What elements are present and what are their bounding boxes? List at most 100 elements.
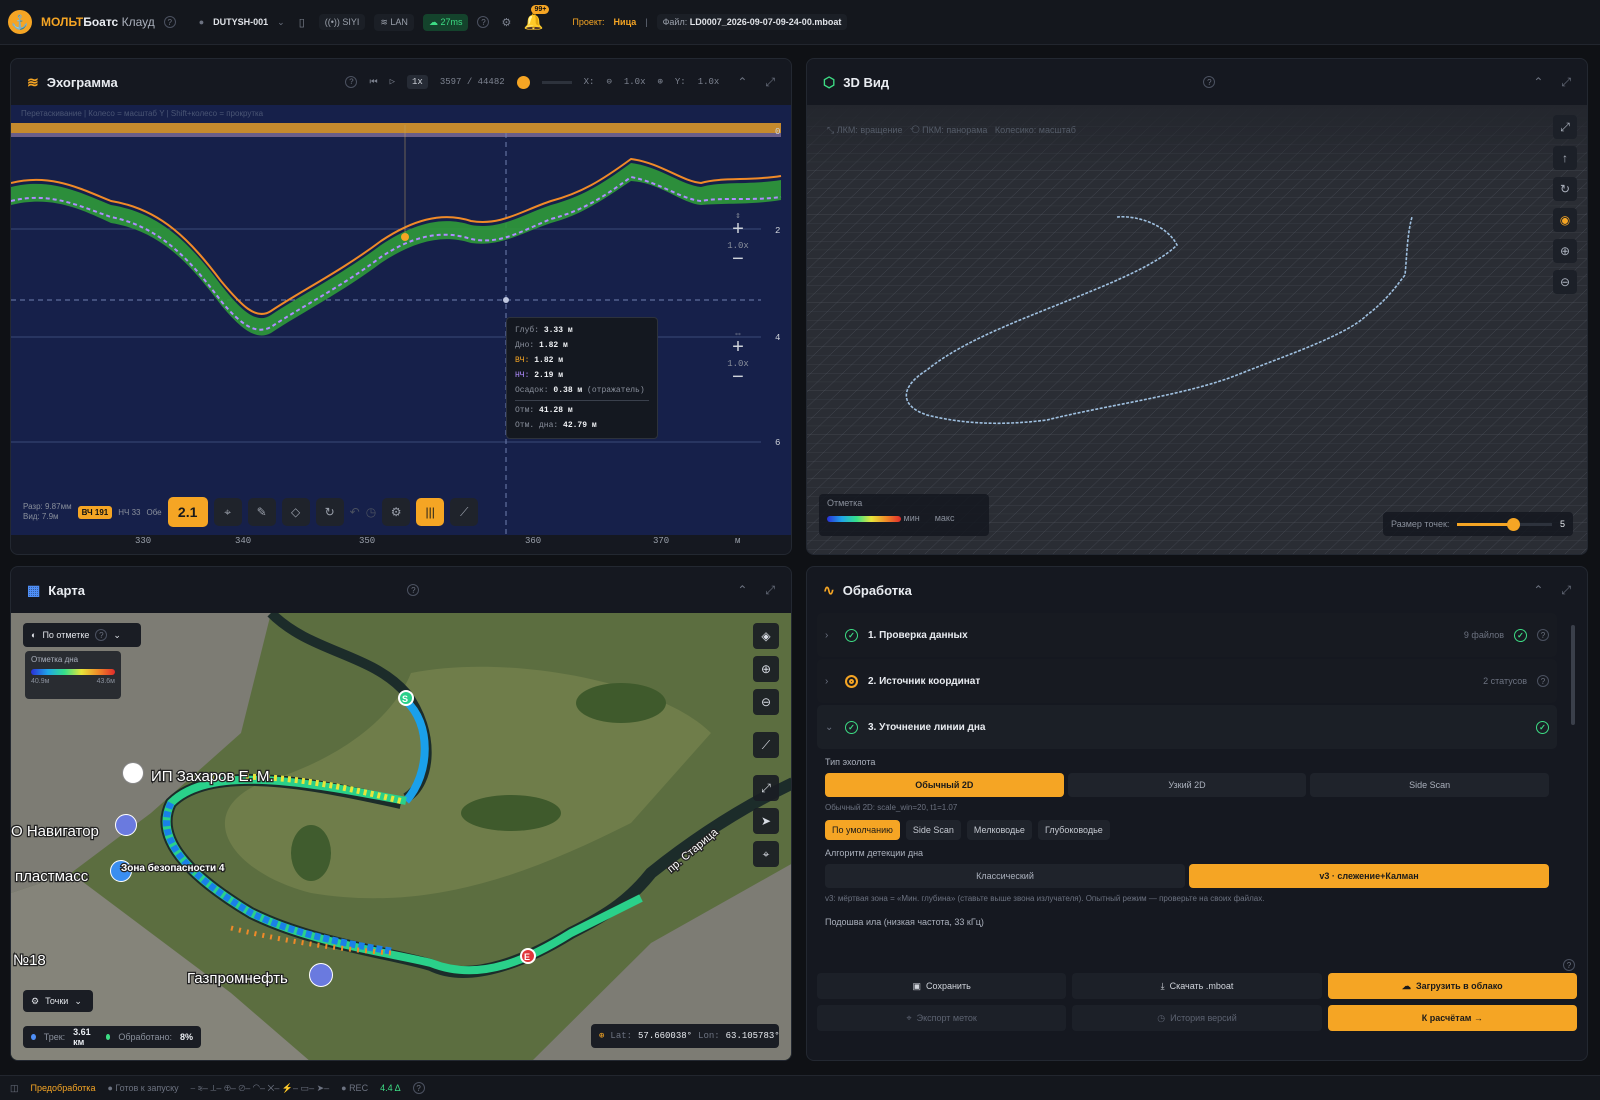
preset-deep[interactable]: Глубоководье [1037, 820, 1110, 840]
zoom-out-icon[interactable]: ⊖ [606, 77, 611, 87]
step-check-data[interactable]: › ✓ 1. Проверка данных 9 файлов ✓ ? [817, 613, 1557, 657]
version-history-button[interactable]: ◷ История версий [1072, 1005, 1322, 1031]
layers-icon[interactable]: ◈ [753, 623, 779, 649]
export-marks-button[interactable]: ⌖ Экспорт меток [817, 1005, 1067, 1031]
help-icon[interactable]: ? [1537, 675, 1549, 687]
processing-panel: ∿ Обработка ⌃ ⤢ › ✓ 1. Проверка данных 9… [806, 566, 1588, 1061]
points-select[interactable]: ⚙ Точки ⌄ [23, 990, 93, 1012]
sonar-mode-icon[interactable]: ||| [416, 498, 445, 526]
locate-icon[interactable]: ⌖ [753, 841, 779, 867]
collapse-icon[interactable]: ⌃ [737, 583, 747, 597]
pencil-icon[interactable]: ✎ [247, 498, 276, 526]
zoom-out-icon[interactable]: ⊖ [753, 689, 779, 715]
navigate-icon[interactable]: ➤ [753, 808, 779, 834]
collapse-icon[interactable]: ⌃ [1533, 583, 1543, 597]
expand-icon[interactable]: ⤢ [765, 75, 775, 90]
settings-gear-icon: ⚙ [31, 995, 40, 1006]
fullscreen-icon[interactable]: ⤢ [753, 775, 779, 801]
playback-slider[interactable] [516, 75, 530, 89]
svg-text:S: S [402, 694, 408, 704]
sonar-type-narrow-2d[interactable]: Узкий 2D [1067, 773, 1307, 797]
eye-icon[interactable]: ◉ [1553, 208, 1577, 232]
zoom-minus-button[interactable]: − [723, 251, 753, 271]
ruler-icon[interactable]: ⟋ [450, 498, 479, 526]
help-icon[interactable]: ? [1537, 629, 1549, 641]
zoom-in-icon[interactable]: ⊕ [657, 77, 662, 87]
sidebar-toggle-icon[interactable]: ◫ [10, 1083, 19, 1094]
algo-v3-kalman[interactable]: v3 · слежение+Калман [1189, 864, 1549, 888]
bell-icon[interactable]: 🔔 99+ [523, 5, 550, 32]
help-icon[interactable]: ? [412, 1082, 425, 1094]
depth-tick: 2 [775, 226, 780, 236]
chevron-down-icon[interactable]: ⌄ [277, 17, 285, 28]
lf-button[interactable]: НЧ 33 [118, 508, 140, 517]
map-canvas[interactable]: S E ИП Захаров Е. М. О Навигатор пластма… [11, 613, 792, 1061]
collapse-icon[interactable]: ⌃ [1533, 75, 1543, 89]
device-select[interactable]: DUTYSH-001 [213, 17, 268, 27]
cloud-upload-icon: ☁ [1402, 980, 1412, 991]
zoom-plus-button[interactable]: + [723, 339, 753, 359]
help-icon[interactable]: ? [1203, 76, 1216, 88]
upload-cloud-button[interactable]: ☁ Загрузить в облако [1327, 973, 1577, 999]
undo-icon[interactable]: ↶ [350, 505, 360, 519]
preset-default[interactable]: По умолчанию [825, 820, 900, 840]
status-bar: ◫ Предобработка ● Готов к запуску ⎯ ≋– ⊥… [0, 1075, 1600, 1100]
sonar-type-normal-2d[interactable]: Обычный 2D [825, 773, 1064, 797]
file-pill[interactable]: Файл: LD0007_2026-09-07-09-24-00.mboat [656, 14, 848, 30]
arrow-up-icon[interactable]: ↑ [1553, 146, 1577, 170]
zoom-plus-button[interactable]: + [723, 221, 753, 241]
map-toolbar: ◈ ⊕ ⊖ ⟋ ⤢ ➤ ⌖ [753, 623, 779, 867]
speed-select[interactable]: 1x [407, 75, 428, 89]
eraser-icon[interactable]: ◇ [281, 498, 310, 526]
scrollbar[interactable] [1571, 625, 1575, 725]
preset-side-scan[interactable]: Side Scan [905, 820, 961, 840]
map-pin-icon[interactable]: ⌖ [213, 498, 242, 526]
settings-gear-icon[interactable]: ⚙ [382, 498, 411, 526]
waves-icon: ≋ [27, 73, 39, 90]
rotate-icon[interactable]: ↻ [1553, 177, 1577, 201]
expand-icon[interactable]: ⤢ [1561, 583, 1571, 598]
track-stats: Трек: 3.61 км Обработано: 8% [23, 1026, 201, 1048]
gain-button[interactable]: 2.1 [167, 497, 208, 527]
3d-hint: ⤡ ЛКМ: вращение ⟲ ПКМ: панорама Колесико… [827, 125, 1076, 135]
step-bottom-line[interactable]: ⌄ ✓ 3. Уточнение линии дна ✓ [817, 705, 1557, 749]
zoom-in-icon[interactable]: ⊕ [1553, 239, 1577, 263]
history-icon[interactable]: ◷ [366, 505, 376, 519]
ruler-icon[interactable]: ⟋ [753, 732, 779, 758]
settings-gear-icon[interactable]: ⚙ [498, 14, 514, 30]
skip-back-icon[interactable]: ⏮ [369, 77, 377, 87]
help-icon[interactable]: ? [407, 584, 420, 596]
point-size-slider[interactable]: Размер точек: 5 [1383, 512, 1573, 536]
sonar-type-side-scan[interactable]: Side Scan [1310, 773, 1550, 797]
zoom-in-icon[interactable]: ⊕ [753, 656, 779, 682]
step-coord-source[interactable]: › 2. Источник координат 2 статусов ? [817, 659, 1557, 703]
help-icon[interactable]: ? [163, 16, 176, 28]
both-button[interactable]: Обе [146, 508, 161, 517]
check-circle-icon: ✓ [1514, 628, 1527, 642]
elevation-legend: Отметка мин макс [819, 494, 989, 536]
collapse-icon[interactable]: ⌃ [737, 75, 747, 89]
play-icon[interactable]: ▷ [390, 77, 395, 87]
to-calculations-button[interactable]: К расчётам → [1327, 1005, 1577, 1031]
signal-value: 4.4 Δ [380, 1083, 401, 1093]
preset-shallow[interactable]: Мелководье [966, 820, 1032, 840]
3d-canvas[interactable] [807, 105, 1588, 555]
save-button[interactable]: ▣ Сохранить [817, 973, 1067, 999]
zoom-minus-button[interactable]: − [723, 369, 753, 389]
help-icon[interactable]: ? [1563, 959, 1575, 971]
zoom-out-icon[interactable]: ⊖ [1553, 270, 1577, 294]
refresh-icon[interactable]: ↻ [315, 498, 344, 526]
download-button[interactable]: ⤓ Скачать .mboat [1072, 973, 1322, 999]
color-mode-select[interactable]: ◐ По отметке ? ⌄ [23, 623, 141, 647]
echogram-canvas[interactable]: Перетаскивание | Колесо = масштаб Y | Sh… [11, 105, 792, 535]
hf-button[interactable]: ВЧ 191 [77, 505, 113, 519]
help-icon[interactable]: ? [477, 16, 490, 28]
project-name[interactable]: Ница [614, 17, 637, 27]
algo-classic[interactable]: Классический [825, 864, 1185, 888]
preset-selector: По умолчанию Side Scan Мелководье Глубок… [825, 820, 1549, 840]
expand-icon[interactable]: ⤢ [765, 583, 775, 598]
expand-icon[interactable]: ⤢ [1561, 75, 1571, 90]
fullscreen-icon[interactable]: ⤢ [1553, 115, 1577, 139]
help-icon[interactable]: ? [95, 629, 108, 641]
help-icon[interactable]: ? [345, 76, 358, 88]
